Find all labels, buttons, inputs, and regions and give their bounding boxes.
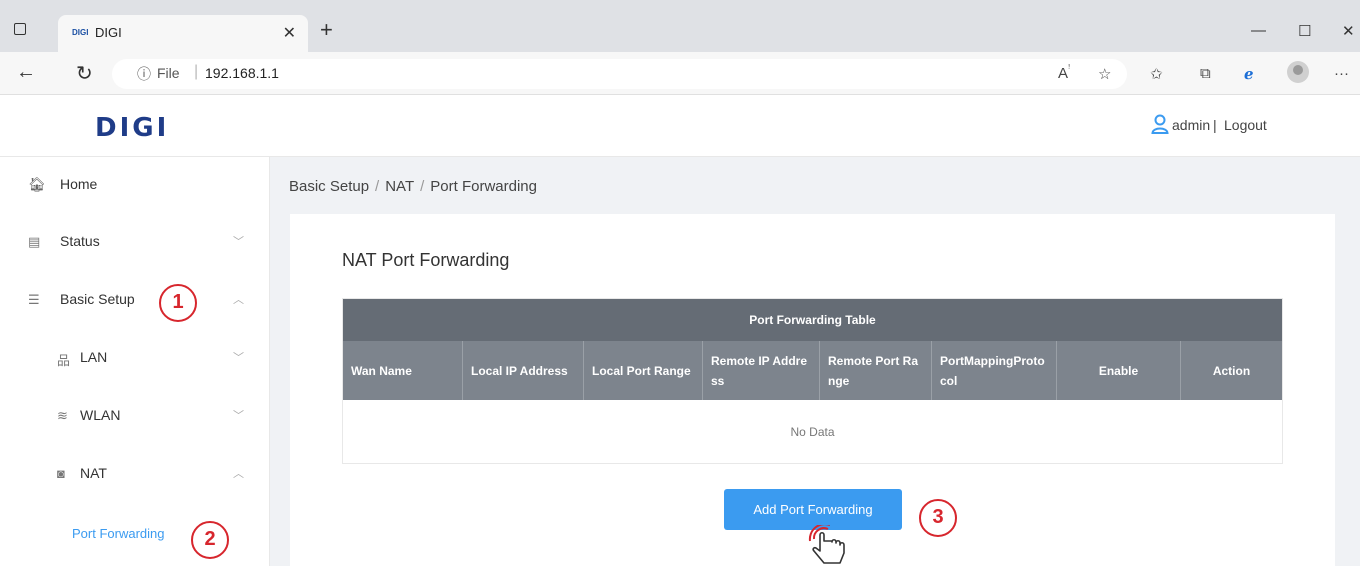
settings-lines-icon: ☰	[28, 292, 40, 307]
sidebar-item-nat[interactable]: ◙ NAT ︿	[0, 446, 269, 504]
breadcrumb-separator: /	[375, 178, 380, 195]
chevron-up-icon: ︿	[233, 294, 244, 306]
tab-title: DIGI	[95, 25, 122, 40]
status-icon: ▤	[28, 234, 41, 249]
wifi-icon: ≋	[57, 408, 68, 423]
profile-avatar[interactable]	[1287, 61, 1309, 83]
breadcrumb-item[interactable]: Basic Setup	[289, 178, 369, 195]
collections-icon[interactable]: ⧉	[1200, 65, 1211, 82]
column-header: Wan Name	[343, 341, 463, 400]
tab-actions-icon[interactable]	[14, 23, 26, 35]
home-icon: 🏠︎	[28, 176, 46, 192]
header-separator: |	[1213, 117, 1217, 133]
column-header: Enable	[1057, 341, 1181, 400]
step-badge-3: 3	[919, 499, 957, 537]
sidebar-item-label: Status	[60, 233, 100, 249]
favorites-icon[interactable]: ✩	[1150, 65, 1163, 83]
chevron-up-icon: ︿	[233, 468, 244, 480]
sidebar-item-label: NAT	[80, 465, 107, 481]
close-window-icon[interactable]: ✕	[1342, 22, 1355, 40]
url-field[interactable]: ⓘ File | 192.168.1.1	[112, 59, 1127, 89]
breadcrumb-item[interactable]: NAT	[385, 178, 414, 195]
url-text[interactable]: 192.168.1.1	[205, 65, 279, 81]
port-forwarding-table: Port Forwarding Table Wan Name Local IP …	[342, 298, 1283, 464]
add-port-forwarding-button[interactable]: Add Port Forwarding	[724, 489, 902, 530]
main-content: Basic Setup / NAT / Port Forwarding NAT Port…	[270, 157, 1360, 566]
info-icon[interactable]: ⓘ	[137, 64, 151, 84]
sidebar-item-wlan[interactable]: ≋ WLAN ﹀	[0, 388, 269, 446]
sidebar-item-label: WLAN	[80, 407, 121, 423]
page-title: NAT Port Forwarding	[342, 250, 510, 270]
back-arrow-icon[interactable]: ←	[16, 61, 36, 84]
chevron-down-icon: ﹀	[233, 410, 244, 422]
maximize-icon[interactable]: ☐	[1298, 22, 1311, 40]
column-header: Local IP Address	[463, 341, 584, 400]
step-badge-2: 2	[191, 521, 229, 559]
sidebar-item-label: Basic Setup	[60, 291, 135, 307]
content-card: NAT Port Forwarding Port Forwarding Tabl…	[290, 214, 1335, 566]
user-icon	[1151, 114, 1169, 134]
sidebar-item-basic-setup[interactable]: ☰ Basic Setup ︿	[0, 272, 269, 330]
refresh-icon[interactable]: ↻	[76, 61, 93, 86]
table-header-row: Wan Name Local IP Address Local Port Ran…	[343, 341, 1282, 400]
digi-logo: DIGI	[95, 113, 170, 143]
sidebar-item-home[interactable]: 🏠︎ Home	[0, 157, 269, 215]
breadcrumb-item: Port Forwarding	[430, 178, 537, 195]
username: admin	[1172, 117, 1211, 133]
sidebar-item-label: Port Forwarding	[72, 526, 165, 541]
column-header: Remote Port Range	[820, 341, 932, 400]
breadcrumb: Basic Setup / NAT / Port Forwarding	[289, 178, 537, 195]
router-header: DIGI admin | Logout	[0, 95, 1360, 157]
url-protocol: File	[157, 65, 180, 81]
sidebar-item-label: LAN	[80, 349, 108, 365]
sidebar-item-label: Home	[60, 176, 98, 192]
minimize-icon[interactable]: —	[1251, 22, 1266, 39]
column-header: Action	[1212, 363, 1251, 378]
edge-icon[interactable]: ℯ	[1244, 65, 1254, 83]
empty-table-message: No Data	[790, 425, 835, 439]
logout-link[interactable]: Logout	[1224, 117, 1267, 133]
close-tab-icon[interactable]: ✕	[283, 23, 296, 43]
address-bar-row: ← ↻ ⓘ File | 192.168.1.1 Aꜝ ☆ ✩ ⧉ ℯ ···	[0, 52, 1360, 95]
step-badge-1: 1	[159, 284, 197, 322]
url-separator: |	[194, 63, 199, 80]
column-header: PortMappingProtocol	[932, 341, 1057, 400]
new-tab-icon[interactable]: +	[320, 17, 333, 43]
digi-favicon-icon: DIGI	[72, 28, 89, 37]
column-header: Local Port Range	[584, 341, 703, 400]
sidebar-item-status[interactable]: ▤ Status ﹀	[0, 214, 269, 272]
network-icon: 品	[57, 353, 71, 368]
nat-icon: ◙	[57, 466, 65, 481]
browser-tab[interactable]: DIGI DIGI ✕	[58, 15, 308, 52]
chevron-down-icon: ﹀	[233, 236, 244, 248]
browser-titlebar: DIGI DIGI ✕ + — ☐ ✕	[0, 0, 1360, 52]
sidebar: 🏠︎ Home ▤ Status ﹀ ☰ Basic Setup ︿ 品 LAN…	[0, 157, 270, 566]
add-favorite-icon[interactable]: ☆	[1098, 65, 1111, 83]
read-aloud-icon[interactable]: Aꜝ	[1058, 65, 1070, 82]
hand-cursor-icon	[808, 525, 845, 564]
chevron-down-icon: ﹀	[233, 352, 244, 364]
table-caption: Port Forwarding Table	[343, 299, 1282, 341]
more-menu-icon[interactable]: ···	[1334, 65, 1349, 82]
column-header: Remote IP Address	[703, 341, 820, 400]
sidebar-item-lan[interactable]: 品 LAN ﹀	[0, 330, 269, 388]
breadcrumb-separator: /	[420, 178, 425, 195]
